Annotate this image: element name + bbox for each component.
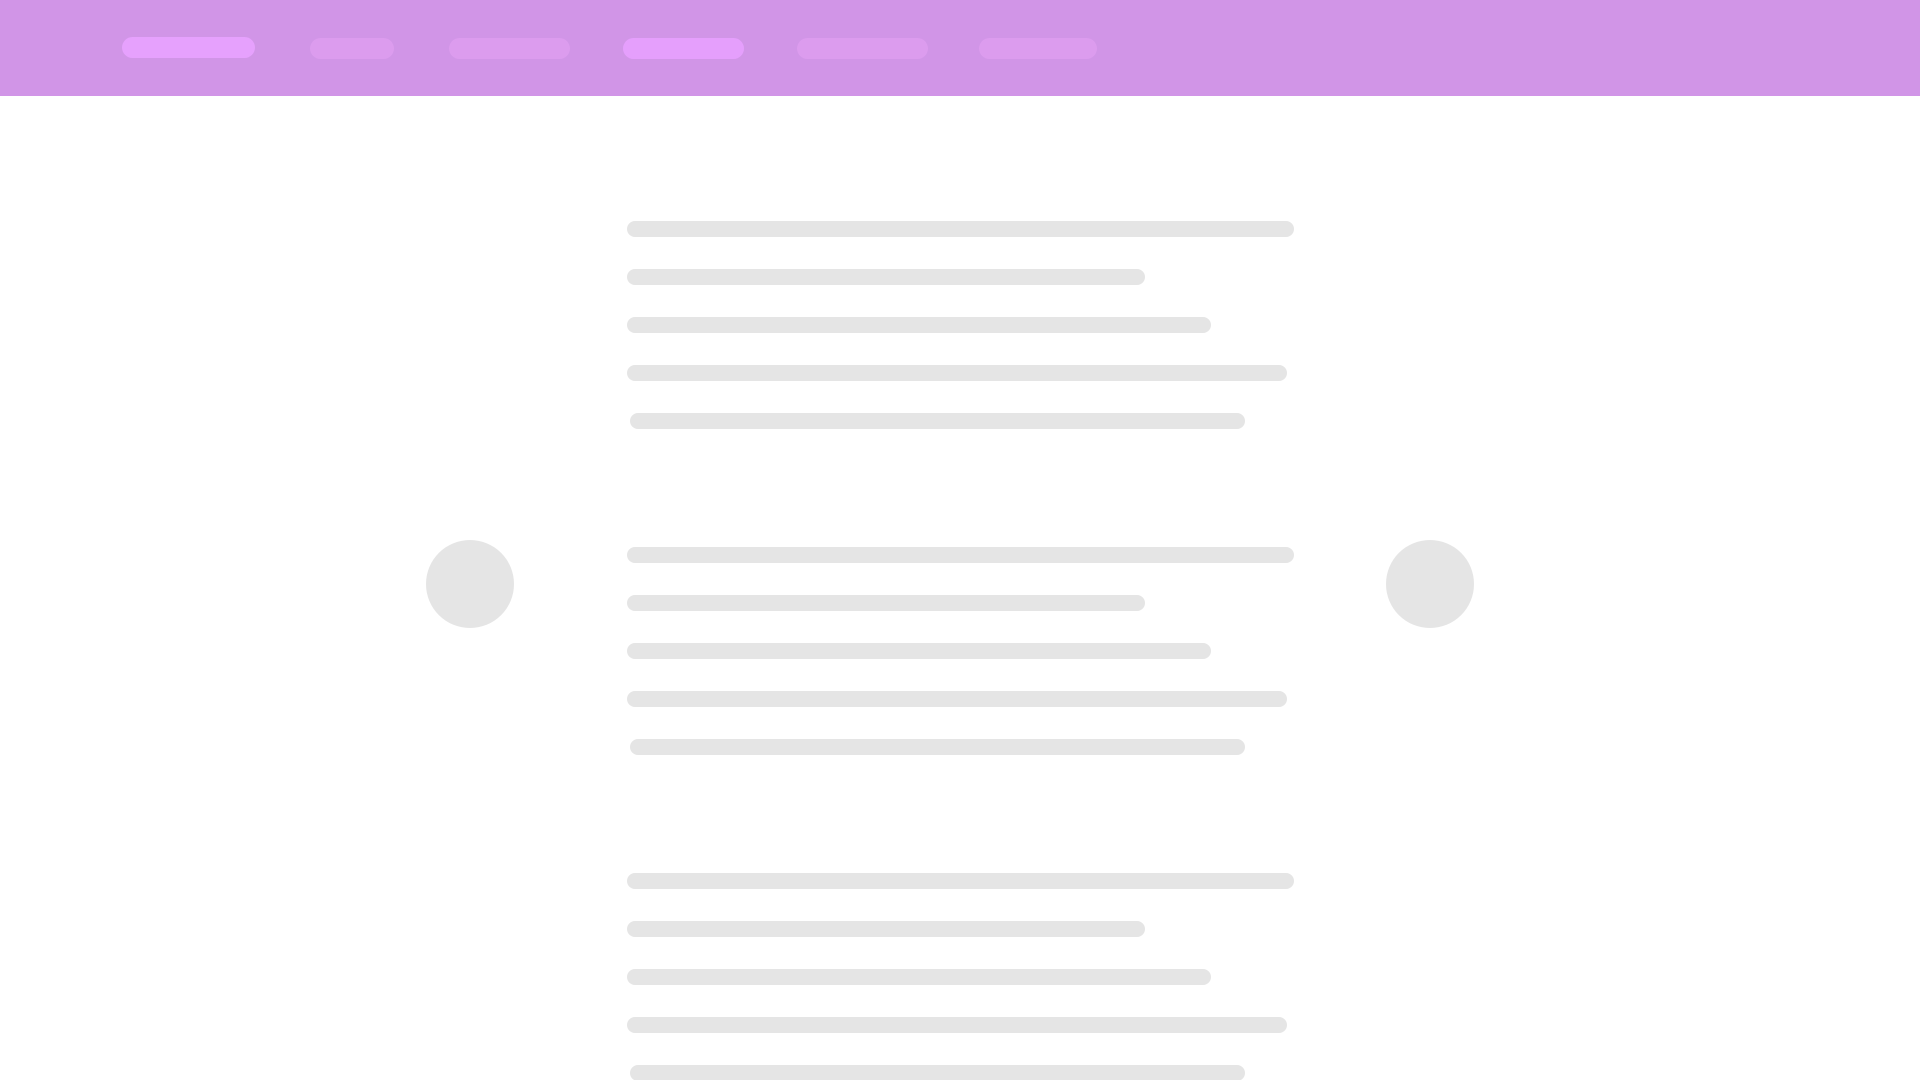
nav-item-1[interactable] <box>122 37 255 58</box>
skeleton-line <box>627 643 1211 659</box>
skeleton-line <box>630 1065 1245 1080</box>
nav-item-4[interactable] <box>623 38 744 59</box>
page <box>0 0 1920 1080</box>
carousel-next-button[interactable] <box>1386 540 1474 628</box>
skeleton-line <box>627 547 1294 563</box>
skeleton-line <box>627 595 1145 611</box>
top-navbar <box>0 0 1920 96</box>
carousel-previous-button[interactable] <box>426 540 514 628</box>
nav-item-5[interactable] <box>797 38 928 59</box>
skeleton-line <box>627 1017 1287 1033</box>
nav-item-3[interactable] <box>449 38 570 59</box>
nav-item-2[interactable] <box>310 38 394 59</box>
skeleton-line <box>627 873 1294 889</box>
skeleton-line <box>630 739 1245 755</box>
skeleton-line <box>627 969 1211 985</box>
skeleton-line <box>627 221 1294 237</box>
skeleton-line <box>627 317 1211 333</box>
skeleton-line <box>627 921 1145 937</box>
nav-item-6[interactable] <box>979 38 1097 59</box>
skeleton-line <box>627 365 1287 381</box>
skeleton-line <box>627 691 1287 707</box>
skeleton-line <box>630 413 1245 429</box>
skeleton-line <box>627 269 1145 285</box>
